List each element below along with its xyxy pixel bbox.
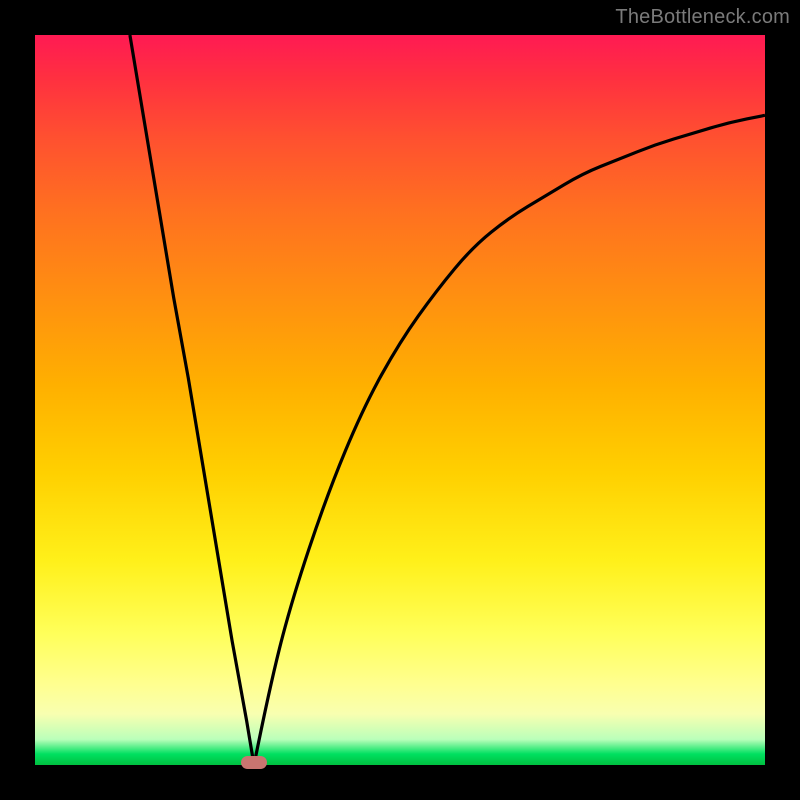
chart-frame: TheBottleneck.com	[0, 0, 800, 800]
curve-right	[254, 115, 765, 765]
watermark-text: TheBottleneck.com	[615, 6, 790, 29]
plot-area	[35, 35, 765, 765]
curve-left	[130, 35, 254, 765]
curve-svg	[35, 35, 765, 765]
bottleneck-marker	[241, 756, 267, 769]
